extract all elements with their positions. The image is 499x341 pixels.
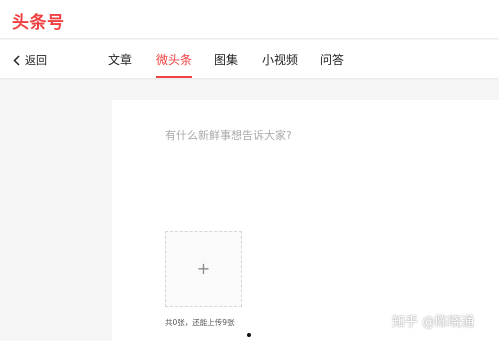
tab-label: 文章	[108, 53, 133, 67]
active-tab-indicator	[156, 76, 193, 78]
compose-input[interactable]: 有什么新鲜事想告诉大家?	[165, 127, 292, 143]
tab-gallery[interactable]: 图集	[214, 51, 238, 78]
tab-article[interactable]: 文章	[108, 51, 132, 78]
tab-qa[interactable]: 问答	[320, 51, 344, 78]
chevron-left-icon	[13, 54, 20, 66]
tab-label: 小视频	[262, 53, 299, 67]
image-upload-button[interactable]: +	[165, 231, 242, 307]
tab-short-video[interactable]: 小视频	[262, 51, 298, 78]
compose-card: 有什么新鲜事想告诉大家? + 共0张，还能上传9张	[112, 100, 499, 341]
tab-label: 微头条	[156, 53, 193, 67]
cursor-dot	[247, 333, 251, 337]
top-header: 头条号	[0, 0, 499, 39]
nav-bar: 返回 文章 微头条 图集 小视频 问答	[0, 40, 499, 78]
back-label: 返回	[25, 54, 47, 67]
watermark: 知乎 @陈晓通	[392, 315, 475, 330]
tab-micro-headline[interactable]: 微头条	[156, 51, 193, 78]
back-button[interactable]: 返回	[13, 52, 47, 68]
plus-icon: +	[196, 259, 211, 278]
tab-label: 问答	[320, 53, 345, 67]
upload-hint: 共0张，还能上传9张	[165, 318, 235, 327]
logo[interactable]: 头条号	[12, 8, 65, 33]
tab-label: 图集	[214, 53, 239, 67]
